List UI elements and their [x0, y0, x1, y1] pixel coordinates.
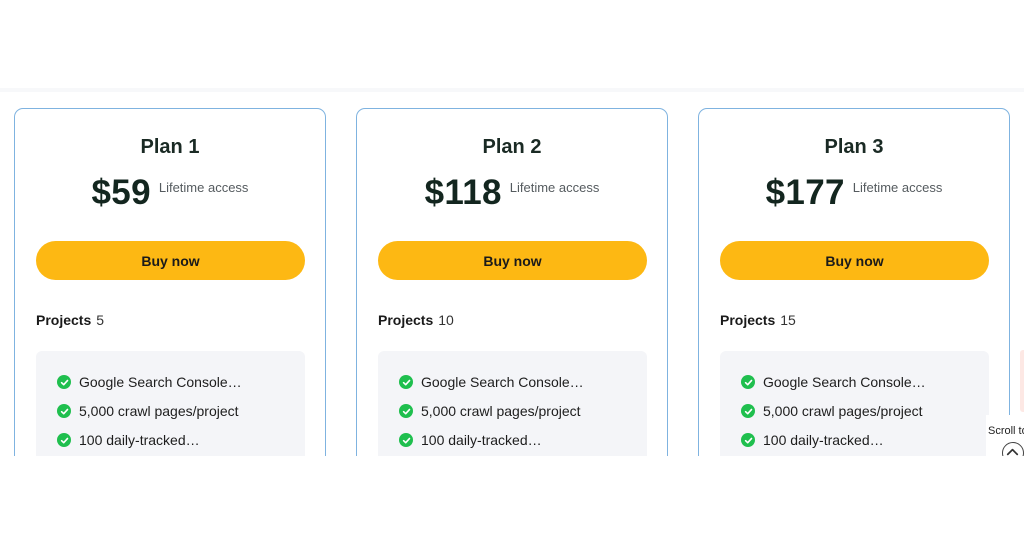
- price-row: $118 Lifetime access: [357, 173, 667, 213]
- feature-item: 5,000 crawl pages/project: [399, 403, 581, 419]
- side-feedback-tab[interactable]: [1020, 350, 1024, 412]
- plan-title: Plan 2: [482, 136, 542, 158]
- plan-card-1: Plan 1 $59 Lifetime access Buy now Proje…: [14, 108, 326, 456]
- feature-item: Google Search Console…: [399, 374, 584, 390]
- features-list: Google Search Console… 5,000 crawl pages…: [720, 351, 989, 456]
- check-icon: [399, 433, 413, 447]
- price-row: $59 Lifetime access: [15, 173, 325, 213]
- feature-item: 5,000 crawl pages/project: [57, 403, 239, 419]
- check-icon: [741, 375, 755, 389]
- feature-label: 100 daily-tracked…: [79, 432, 200, 448]
- plan-card-2: Plan 2 $118 Lifetime access Buy now Proj…: [356, 108, 668, 456]
- plan-title: Plan 1: [140, 136, 200, 158]
- feature-item: 5,000 crawl pages/project: [741, 403, 923, 419]
- page: Plan 1 $59 Lifetime access Buy now Proje…: [0, 0, 1024, 538]
- check-icon: [399, 375, 413, 389]
- plan-price: $59: [91, 173, 151, 212]
- projects-value: 10: [438, 312, 454, 328]
- projects-count: Projects 15: [720, 312, 796, 328]
- check-icon: [741, 404, 755, 418]
- feature-item: Google Search Console…: [57, 374, 242, 390]
- feature-label: Google Search Console…: [763, 374, 926, 390]
- scroll-to-top-label: Scroll to: [988, 425, 1024, 437]
- feature-label: 100 daily-tracked…: [763, 432, 884, 448]
- plan-card-3: Plan 3 $177 Lifetime access Buy now Proj…: [698, 108, 1010, 456]
- projects-count: Projects 5: [36, 312, 104, 328]
- buy-now-button[interactable]: Buy now: [36, 241, 305, 280]
- features-list: Google Search Console… 5,000 crawl pages…: [378, 351, 647, 456]
- feature-item: 100 daily-tracked…: [399, 432, 542, 448]
- plan-price: $177: [765, 173, 845, 212]
- projects-value: 15: [780, 312, 796, 328]
- features-list: Google Search Console… 5,000 crawl pages…: [36, 351, 305, 456]
- plan-price: $118: [424, 173, 502, 212]
- feature-item: Google Search Console…: [741, 374, 926, 390]
- price-note: Lifetime access: [158, 180, 249, 195]
- projects-label: Projects: [378, 312, 434, 328]
- projects-count: Projects 10: [378, 312, 454, 328]
- check-icon: [57, 404, 71, 418]
- projects-label: Projects: [36, 312, 92, 328]
- feature-label: 100 daily-tracked…: [421, 432, 542, 448]
- feature-label: Google Search Console…: [79, 374, 242, 390]
- check-icon: [57, 375, 71, 389]
- plan-title: Plan 3: [824, 136, 884, 158]
- projects-value: 5: [96, 312, 105, 328]
- feature-label: 5,000 crawl pages/project: [79, 403, 239, 419]
- feature-label: 5,000 crawl pages/project: [763, 403, 923, 419]
- scroll-to-top-widget[interactable]: Scroll to: [986, 415, 1024, 456]
- pricing-section: Plan 1 $59 Lifetime access Buy now Proje…: [0, 92, 1024, 456]
- price-row: $177 Lifetime access: [699, 173, 1009, 213]
- check-icon: [399, 404, 413, 418]
- check-icon: [741, 433, 755, 447]
- buy-now-button[interactable]: Buy now: [720, 241, 989, 280]
- buy-now-button[interactable]: Buy now: [378, 241, 647, 280]
- price-note: Lifetime access: [852, 180, 943, 195]
- projects-label: Projects: [720, 312, 776, 328]
- feature-item: 100 daily-tracked…: [57, 432, 200, 448]
- feature-item: 100 daily-tracked…: [741, 432, 884, 448]
- check-icon: [57, 433, 71, 447]
- feature-label: Google Search Console…: [421, 374, 584, 390]
- scroll-to-top-button[interactable]: [1002, 442, 1024, 456]
- price-note: Lifetime access: [509, 180, 600, 195]
- feature-label: 5,000 crawl pages/project: [421, 403, 581, 419]
- chevron-up-icon: [1006, 448, 1019, 456]
